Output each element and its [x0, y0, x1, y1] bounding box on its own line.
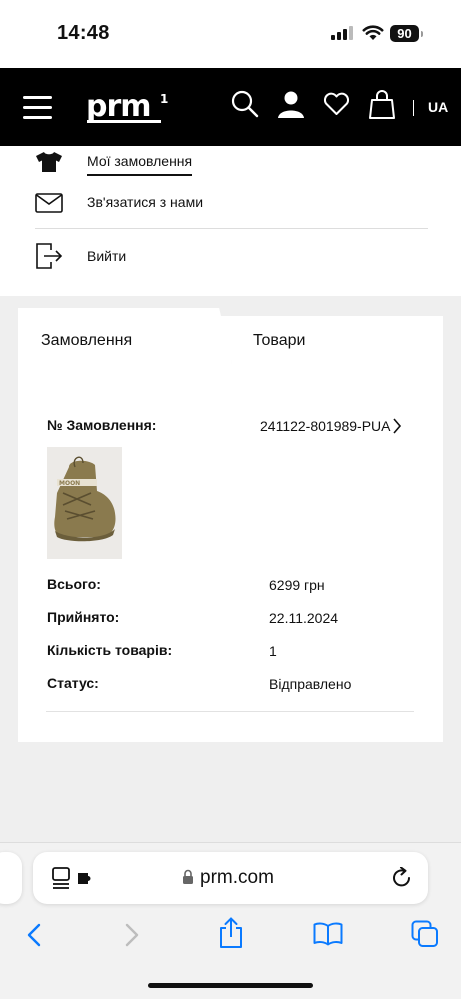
svg-text:MOON: MOON — [59, 480, 80, 487]
card-divider — [46, 711, 414, 712]
bookmarks-icon[interactable] — [313, 922, 343, 946]
account-menu: Мої замовлення Зв'язатися з нами Вийти — [0, 146, 461, 296]
chevron-right-icon[interactable] — [392, 418, 402, 434]
status-label: Статус: — [47, 675, 99, 691]
battery-tip — [421, 31, 423, 37]
total-value: 6299 грн — [269, 577, 325, 593]
battery-indicator: 90 — [390, 25, 419, 42]
items-count-label: Кількість товарів: — [47, 642, 173, 658]
menu-divider — [35, 228, 428, 229]
hamburger-menu-icon[interactable] — [23, 95, 53, 119]
order-number-link[interactable]: 241122-801989-PUA — [260, 418, 391, 434]
status-time: 14:48 — [57, 22, 110, 44]
previous-tab-preview[interactable] — [0, 852, 22, 904]
wifi-icon — [362, 25, 384, 40]
address-bar[interactable]: prm.com — [33, 852, 428, 904]
order-number-label: № Замовлення: — [47, 417, 157, 433]
menu-item-logout[interactable]: Вийти — [35, 242, 435, 272]
url-text[interactable]: prm.com — [200, 867, 274, 889]
prm-logo[interactable]: prm 1 — [86, 91, 170, 125]
accepted-label: Прийнято: — [47, 609, 120, 625]
svg-text:prm: prm — [86, 91, 151, 124]
wishlist-heart-icon[interactable] — [323, 92, 350, 116]
product-image[interactable]: MOON — [47, 447, 122, 559]
menu-item-my-orders[interactable]: Мої замовлення — [35, 151, 435, 181]
share-icon[interactable] — [218, 917, 244, 949]
menu-label-my-orders: Мої замовлення — [87, 153, 193, 176]
search-icon[interactable] — [231, 90, 259, 118]
language-switch[interactable]: UA — [428, 99, 448, 115]
total-label: Всього: — [47, 576, 101, 592]
logout-icon — [36, 243, 63, 269]
svg-text:1: 1 — [160, 92, 168, 106]
account-icon[interactable] — [277, 90, 305, 118]
status-value: Відправлено — [269, 676, 352, 692]
lock-icon — [183, 869, 193, 884]
cellular-signal-icon — [331, 26, 353, 40]
reload-icon[interactable] — [391, 867, 413, 889]
items-count-value: 1 — [269, 643, 277, 659]
tabs-icon[interactable] — [411, 920, 439, 948]
shopping-bag-icon[interactable] — [369, 89, 395, 119]
site-header: prm 1 UA — [0, 68, 461, 146]
menu-label-logout: Вийти — [87, 248, 127, 264]
tab-products-label[interactable]: Товари — [253, 332, 305, 350]
back-icon[interactable] — [26, 923, 42, 947]
accepted-value: 22.11.2024 — [269, 610, 339, 626]
browser-toolbar: prm.com — [0, 842, 461, 999]
home-indicator — [148, 983, 313, 988]
menu-label-contact: Зв'язатися з нами — [87, 194, 204, 210]
tshirt-icon — [36, 152, 62, 172]
header-separator — [413, 100, 414, 116]
snow-boot-image: MOON — [54, 456, 116, 542]
order-card: Замовлення Товари № Замовлення: 241122-8… — [18, 308, 443, 742]
page-menu-icon[interactable] — [52, 867, 98, 889]
menu-item-contact[interactable]: Зв'язатися з нами — [35, 193, 435, 223]
tab-bar: Замовлення Товари — [18, 308, 443, 366]
tab-orders-label[interactable]: Замовлення — [41, 332, 132, 350]
envelope-icon — [35, 193, 63, 213]
forward-icon[interactable] — [124, 923, 140, 947]
status-bar: 14:48 90 — [0, 0, 461, 68]
